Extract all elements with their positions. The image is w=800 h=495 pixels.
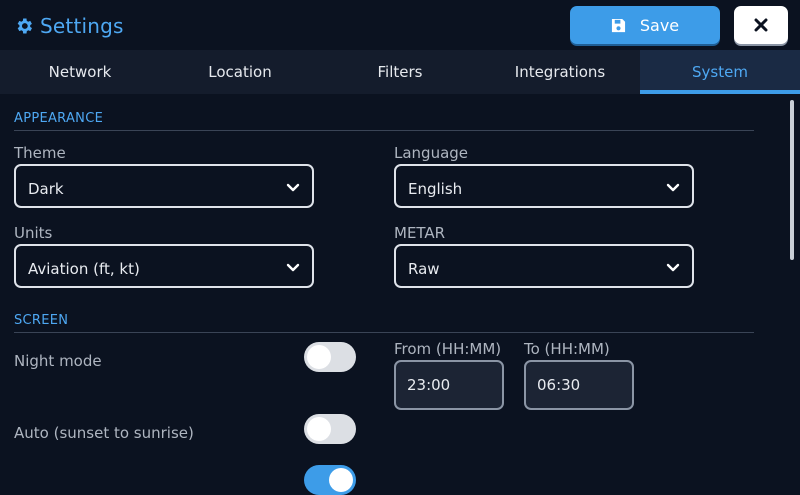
third-setting-toggle[interactable]: [304, 465, 356, 495]
to-label: To (HH:MM): [524, 340, 610, 358]
metar-select[interactable]: Raw: [394, 244, 694, 288]
save-button-label: Save: [639, 15, 680, 35]
tab-label: Location: [208, 63, 272, 81]
language-value: English: [408, 180, 463, 198]
to-time-input[interactable]: 06:30: [524, 360, 634, 410]
language-label: Language: [394, 144, 469, 162]
toggle-knob: [307, 345, 331, 369]
units-label: Units: [14, 224, 53, 242]
from-time-input[interactable]: 23:00: [394, 360, 504, 410]
section-title-screen: SCREEN: [14, 313, 69, 328]
section-divider: [14, 130, 754, 131]
page-title: Settings: [14, 14, 124, 38]
language-select[interactable]: English: [394, 164, 694, 208]
tab-label: Integrations: [514, 63, 606, 81]
chevron-down-icon: [286, 263, 300, 272]
auto-night-label: Auto (sunset to sunrise): [14, 424, 194, 442]
tab-network[interactable]: Network: [0, 50, 160, 94]
section-divider: [14, 332, 754, 333]
toggle-knob: [329, 468, 353, 492]
tab-system[interactable]: System: [640, 50, 800, 94]
tab-label: System: [692, 63, 748, 81]
units-select[interactable]: Aviation (ft, kt): [14, 244, 314, 288]
save-button[interactable]: Save: [570, 6, 720, 44]
night-mode-label: Night mode: [14, 352, 102, 370]
scrollbar[interactable]: [790, 100, 794, 260]
theme-label: Theme: [14, 144, 66, 162]
toggle-knob: [307, 417, 331, 441]
metar-label: METAR: [394, 224, 446, 242]
header-bar: Settings Save: [0, 0, 800, 50]
from-time-value: 23:00: [407, 376, 451, 394]
tab-bar: Network Location Filters Integrations Sy…: [0, 50, 800, 94]
tab-filters[interactable]: Filters: [320, 50, 480, 94]
theme-select[interactable]: Dark: [14, 164, 314, 208]
tab-location[interactable]: Location: [160, 50, 320, 94]
metar-value: Raw: [408, 260, 440, 278]
section-title-appearance: APPEARANCE: [14, 111, 104, 126]
gear-icon: [17, 18, 32, 34]
auto-night-toggle[interactable]: [304, 414, 356, 444]
chevron-down-icon: [666, 263, 680, 272]
tab-label: Filters: [377, 63, 423, 81]
chevron-down-icon: [666, 183, 680, 192]
to-time-value: 06:30: [537, 376, 581, 394]
theme-value: Dark: [28, 180, 64, 198]
tab-integrations[interactable]: Integrations: [480, 50, 640, 94]
night-mode-toggle[interactable]: [304, 342, 356, 372]
tab-label: Network: [48, 63, 112, 81]
page-title-text: Settings: [40, 14, 124, 38]
close-button[interactable]: [734, 6, 788, 44]
floppy-disk-icon: [611, 18, 625, 32]
units-value: Aviation (ft, kt): [28, 260, 140, 278]
chevron-down-icon: [286, 183, 300, 192]
close-icon: [754, 18, 768, 32]
from-label: From (HH:MM): [394, 340, 502, 358]
